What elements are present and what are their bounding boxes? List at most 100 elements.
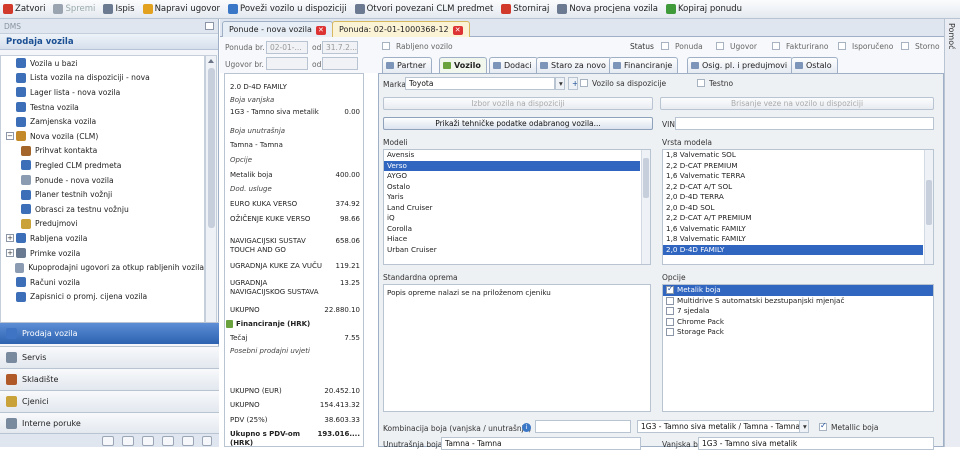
sidebar-item-ponude-nova-vozila[interactable]: Ponude - nova vozila [1, 173, 204, 188]
status-ugovor-checkbox[interactable] [716, 42, 724, 50]
sidebar-item-planer-testnih-voznji[interactable]: Planer testnih vožnji [1, 187, 204, 202]
modeli-list[interactable]: Avensis Verso AYGO Ostalo Yaris Land Cruiser i… [383, 149, 651, 265]
sidebar-item-racuni-vozila[interactable]: Računi vozila [1, 275, 204, 290]
scroll-thumb[interactable] [926, 180, 932, 225]
sidebar-item-predujmovi[interactable]: Predujmovi [1, 217, 204, 232]
scroll-thumb[interactable] [208, 68, 215, 228]
opcije-list[interactable]: Metalik bojaMultidrive S automatski bezs… [662, 284, 934, 412]
list-item[interactable]: 1,8 Valvematic FAMILY [663, 234, 923, 245]
option-item[interactable]: Storage Pack [663, 327, 933, 338]
sidebar-item-primke-vozila[interactable]: + Primke vozila [1, 246, 204, 261]
sidebar-item-testna-vozila[interactable]: Testna vozila [1, 100, 204, 115]
nav-shortcut-icon[interactable] [162, 436, 174, 446]
list-item[interactable]: Urban Cruiser [384, 245, 640, 256]
option-checkbox[interactable] [666, 296, 674, 305]
info-icon[interactable]: i [522, 423, 531, 432]
spremi-button[interactable]: Spremi [53, 4, 95, 14]
tab-ponuda-active[interactable]: Ponuda: 02-01-1000368-12 ✕ [332, 21, 470, 37]
sidebar-item-rabljena-vozila[interactable]: + Rabljena vozila [1, 231, 204, 246]
storniraj-button[interactable]: Storniraj [501, 4, 549, 14]
option-item[interactable]: Multidrive S automatski bezstupanjski mj… [663, 296, 933, 307]
option-checkbox[interactable] [666, 307, 674, 316]
status-ponuda-checkbox[interactable] [661, 42, 669, 50]
status-isporuceno-checkbox[interactable] [838, 42, 846, 50]
ugovor-date-field[interactable] [322, 57, 358, 70]
pin-icon[interactable] [205, 22, 214, 30]
nav-button-servis[interactable]: Servis [0, 346, 219, 368]
nova-procjena-vozila-button[interactable]: Nova procjena vozila [557, 4, 658, 14]
sidebar-item-pregled-clm-predmeta[interactable]: Pregled CLM predmeta [1, 158, 204, 173]
close-icon[interactable]: ✕ [315, 26, 326, 35]
list-item[interactable]: 2,2 D-CAT A/T PREMIUM [663, 213, 923, 224]
list-item[interactable]: 2,2 D-CAT A/T SOL [663, 182, 923, 193]
chevron-down-icon[interactable]: ▾ [799, 420, 809, 433]
scroll-thumb[interactable] [643, 158, 649, 198]
add-icon[interactable]: + [568, 77, 578, 90]
option-item[interactable]: Chrome Pack [663, 317, 933, 328]
tab-osig-pl-i-predujmovi[interactable]: Osig. pl. i predujmovi [687, 57, 794, 73]
sidebar-item-kupoprodajni-ugovori-za-otkup-rabljenih-vozila[interactable]: Kupoprodajni ugovori za otkup rabljenih … [1, 260, 204, 275]
help-strip[interactable]: Pomoć [944, 19, 960, 447]
nav-button-skladiste[interactable]: Skladište [0, 368, 219, 390]
tab-financiranje[interactable]: Financiranje [609, 57, 679, 73]
testno-checkbox[interactable] [697, 79, 705, 87]
nav-button-prodaja-vozila[interactable]: Prodaja vozila [0, 322, 219, 344]
sidebar-item-obrasci-za-testnu-voznju[interactable]: Obrasci za testnu vožnju [1, 202, 204, 217]
list-item[interactable]: 1,8 Valvematic SOL [663, 150, 923, 161]
izbor-vozila-button[interactable]: Izbor vozila na dispoziciji [383, 97, 653, 110]
expand-icon[interactable]: + [6, 234, 14, 243]
option-checkbox[interactable] [666, 328, 674, 337]
rabljeno-checkbox[interactable] [382, 42, 390, 50]
tab-staro-za-novo[interactable]: Staro za novo [536, 57, 612, 73]
tab-dodaci[interactable]: Dodaci [489, 57, 538, 73]
list-item[interactable]: 2,0 D-4D TERRA [663, 192, 923, 203]
list-item[interactable]: Ostalo [384, 182, 640, 193]
status-storno-checkbox[interactable] [901, 42, 909, 50]
scroll-up-icon[interactable] [208, 59, 214, 63]
sidebar-item-lager-lista-nova-vozila[interactable]: Lager lista - nova vozila [1, 85, 204, 100]
list-item[interactable]: 2,0 D-4D SOL [663, 203, 923, 214]
zatvori-button[interactable]: Zatvori [3, 4, 45, 14]
option-checkbox[interactable] [666, 317, 674, 326]
list-item[interactable]: Avensis [384, 150, 640, 161]
list-item[interactable]: iQ [384, 213, 640, 224]
list-item[interactable]: 2,0 D-4D FAMILY [663, 244, 923, 255]
nav-button-cjenici[interactable]: Cjenici [0, 390, 219, 412]
chevron-right-icon[interactable] [202, 436, 212, 446]
sidebar-item-zamjenska-vozila[interactable]: Zamjenska vozila [1, 114, 204, 129]
list-scrollbar[interactable] [924, 150, 933, 264]
sidebar-item-vozila-u-bazi[interactable]: Vozila u bazi [1, 56, 204, 71]
vrsta-modela-list[interactable]: 1,8 Valvematic SOL 2,2 D-CAT PREMIUM 1,6 V… [662, 149, 934, 265]
sidebar-item-nova-vozila-clm[interactable]: − Nova vozila (CLM) [1, 129, 204, 144]
otvori-povezani-clm-predmet-button[interactable]: Otvori povezani CLM predmet [354, 4, 493, 14]
sidebar-item-zapisnici-o-promj-cijena-vozila[interactable]: Zapisnici o promj. cijena vozila [1, 290, 204, 305]
tehnicki-podaci-button[interactable]: Prikaži tehničke podatke odabranog vozil… [383, 117, 653, 130]
ponuda-br-field[interactable]: 02-01-... [266, 41, 308, 54]
list-item[interactable]: Hiace [384, 234, 640, 245]
list-item[interactable]: Corolla [384, 224, 640, 235]
tab-ostalo[interactable]: Ostalo [791, 57, 838, 73]
list-item[interactable]: 1,6 Valvematic FAMILY [663, 224, 923, 235]
option-item[interactable]: Metalik boja [663, 284, 933, 296]
list-item[interactable]: 2,2 D-CAT PREMIUM [663, 161, 923, 172]
status-fakturirano-checkbox[interactable] [772, 42, 780, 50]
list-item[interactable]: 1,6 Valvematic TERRA [663, 171, 923, 182]
vanjska-field[interactable]: 1G3 - Tamno siva metalik [698, 437, 934, 450]
ponuda-date-field[interactable]: 31.7.2... [322, 41, 358, 54]
povezi-vozilo-u-dispoziciji-button[interactable]: Poveži vozilo u dispoziciji [228, 4, 347, 14]
list-scrollbar[interactable] [641, 150, 650, 264]
chevron-down-icon[interactable]: ▾ [555, 77, 565, 90]
nav-shortcut-icon[interactable] [122, 436, 134, 446]
list-item[interactable]: AYGO [384, 171, 640, 182]
brisanje-veze-button[interactable]: Brisanje veze na vozilo u dispoziciji [660, 97, 934, 110]
nav-tree-scrollbar[interactable] [205, 55, 217, 335]
ispis-button[interactable]: Ispis [103, 4, 135, 14]
tab-partner[interactable]: Partner [382, 57, 433, 73]
vozilo-dispozicija-checkbox[interactable] [580, 79, 588, 87]
list-item[interactable]: Yaris [384, 192, 640, 203]
kopiraj-ponudu-button[interactable]: Kopiraj ponudu [665, 4, 742, 14]
marka-select[interactable]: Toyota [405, 77, 555, 90]
list-item[interactable]: Land Cruiser [384, 203, 640, 214]
nav-shortcut-icon[interactable] [142, 436, 154, 446]
nav-button-interne-poruke[interactable]: Interne poruke [0, 412, 219, 434]
